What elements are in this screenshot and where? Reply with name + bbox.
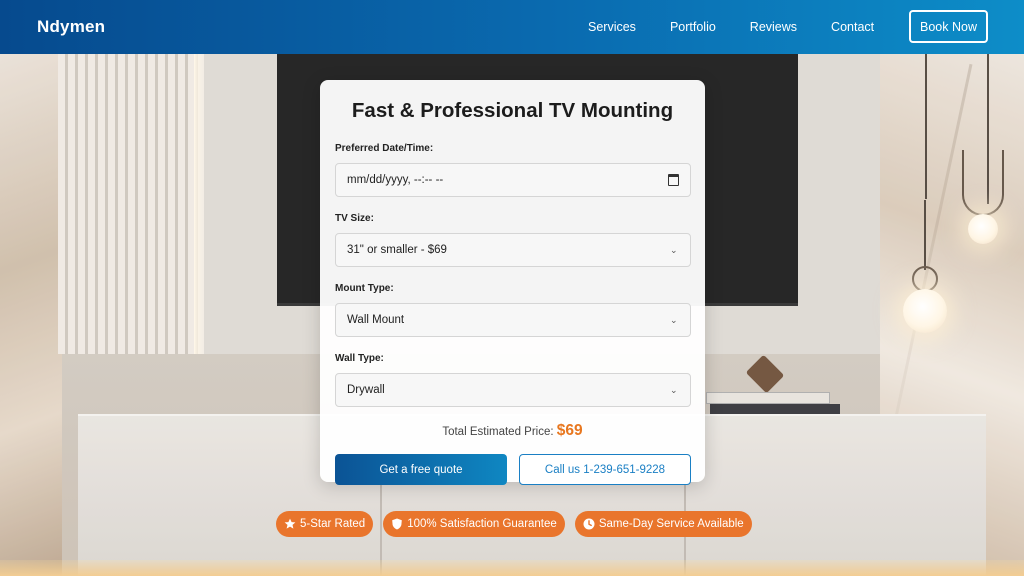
wall-type-select[interactable]: Drywall ⌄: [335, 373, 691, 407]
shield-icon: [391, 518, 403, 530]
badge-label: 100% Satisfaction Guarantee: [407, 518, 557, 530]
price-value: $69: [556, 422, 583, 439]
badge-label: Same-Day Service Available: [598, 518, 744, 530]
date-label: Preferred Date/Time:: [335, 143, 434, 154]
form-title: Fast & Professional TV Mounting: [351, 99, 674, 122]
date-time-input[interactable]: mm/dd/yyyy, --:-- --: [335, 163, 691, 197]
chevron-down-icon: ⌄: [670, 245, 678, 255]
wall-type-label: Wall Type:: [335, 353, 384, 364]
wall-type-value: Drywall: [347, 384, 385, 396]
nav-link-portfolio[interactable]: Portfolio: [670, 20, 716, 34]
booking-form-card: Fast & Professional TV Mounting Preferre…: [320, 80, 705, 485]
trust-badges: 5-Star Rated 100% Satisfaction Guarantee…: [276, 511, 762, 537]
mount-type-select[interactable]: Wall Mount ⌄: [335, 303, 691, 337]
tv-size-value: 31" or smaller - $69: [347, 244, 447, 256]
badge-satisfaction: 100% Satisfaction Guarantee: [383, 511, 565, 537]
badge-five-star: 5-Star Rated: [276, 511, 374, 537]
price-label: Total Estimated Price:: [442, 426, 554, 438]
estimated-price: Total Estimated Price: $69: [335, 422, 690, 442]
clock-icon: [583, 518, 595, 530]
call-us-button[interactable]: Call us 1-239-651-9228: [519, 454, 691, 485]
brand-logo[interactable]: Ndymen: [37, 17, 105, 37]
nav-link-reviews[interactable]: Reviews: [750, 20, 797, 34]
get-quote-button[interactable]: Get a free quote: [335, 454, 507, 485]
nav-link-contact[interactable]: Contact: [831, 20, 874, 34]
chevron-down-icon: ⌄: [670, 315, 678, 325]
book-now-button[interactable]: Book Now: [909, 10, 988, 43]
star-icon: [284, 518, 296, 530]
mount-type-value: Wall Mount: [347, 314, 405, 326]
nav-links: Services Portfolio Reviews Contact: [588, 0, 908, 54]
chevron-down-icon: ⌄: [670, 385, 678, 395]
form-actions: Get a free quote Call us 1-239-651-9228: [335, 454, 691, 485]
badge-same-day: Same-Day Service Available: [574, 511, 752, 537]
calendar-icon[interactable]: [668, 174, 679, 186]
tv-size-label: TV Size:: [335, 213, 374, 224]
tv-size-select[interactable]: 31" or smaller - $69 ⌄: [335, 233, 691, 267]
mount-type-label: Mount Type:: [335, 283, 394, 294]
badge-label: 5-Star Rated: [300, 518, 366, 530]
nav-link-services[interactable]: Services: [588, 20, 636, 34]
date-placeholder: mm/dd/yyyy, --:-- --: [347, 174, 444, 186]
top-navbar: Ndymen Services Portfolio Reviews Contac…: [0, 0, 1024, 54]
